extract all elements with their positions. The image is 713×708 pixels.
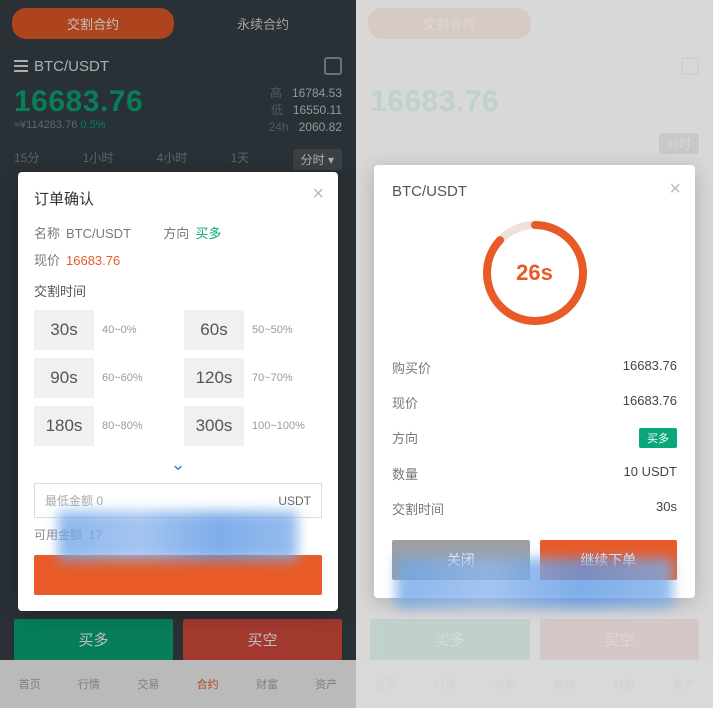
countdown-modal: × BTC/USDT 26s 购买价16683.76 现价16683.76 方向…: [374, 165, 695, 598]
modal-title: BTC/USDT: [392, 183, 677, 200]
submit-button[interactable]: [34, 555, 322, 595]
time-60s[interactable]: 60s50~50%: [184, 310, 322, 350]
row-qty: 数量10 USDT: [392, 456, 677, 491]
time-180s[interactable]: 180s80~80%: [34, 406, 172, 446]
time-grid: 30s40~0% 60s50~50% 90s60~60% 120s70~70% …: [34, 310, 322, 446]
countdown-ring: 26s: [480, 218, 590, 328]
row-direction: 方向买多: [392, 420, 677, 456]
info-now: 现价16683.76: [34, 250, 322, 269]
redacted-area: [58, 511, 298, 561]
row-delivery: 交割时间30s: [392, 491, 677, 526]
redacted-area: [396, 558, 673, 608]
time-90s[interactable]: 90s60~60%: [34, 358, 172, 398]
phone-right: 交割合约永续合约 BTC/USDT 16683.76 分时 买多买空 首页行情交…: [356, 0, 713, 708]
phone-left: 交割合约 永续合约 BTC/USDT 16683.76 ≈¥114283.76 …: [0, 0, 356, 708]
time-120s[interactable]: 120s70~70%: [184, 358, 322, 398]
row-now: 现价16683.76: [392, 385, 677, 420]
time-300s[interactable]: 300s100~100%: [184, 406, 322, 446]
modal-title: 订单确认: [34, 188, 322, 209]
chevron-down-icon[interactable]: ⌄: [34, 454, 322, 475]
row-buyprice: 购买价16683.76: [392, 350, 677, 385]
close-icon[interactable]: ×: [669, 179, 681, 199]
order-confirm-modal: × 订单确认 名称BTC/USDT 方向买多 现价16683.76 交割时间 3…: [18, 172, 338, 611]
time-30s[interactable]: 30s40~0%: [34, 310, 172, 350]
close-icon[interactable]: ×: [312, 184, 324, 204]
delivery-time-label: 交割时间: [34, 281, 322, 300]
info-name: 名称BTC/USDT 方向买多: [34, 223, 322, 242]
timer-text: 26s: [480, 218, 590, 328]
